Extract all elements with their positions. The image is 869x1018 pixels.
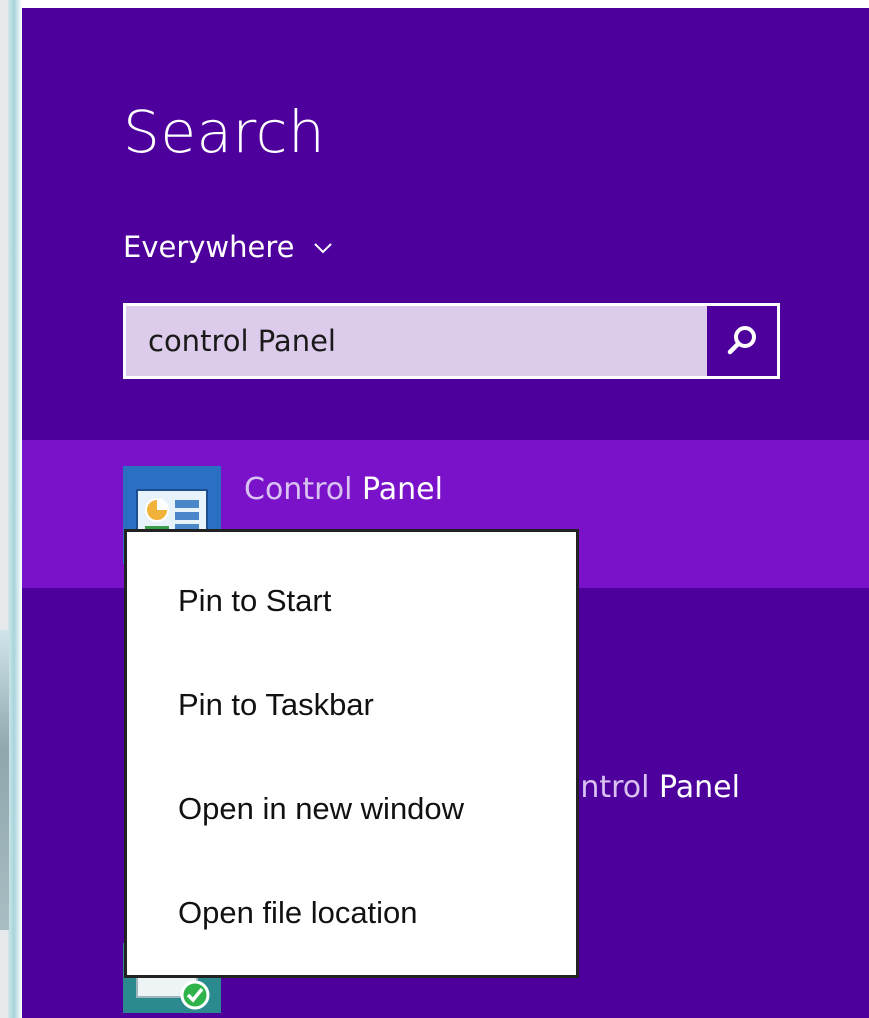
context-menu: Pin to Start Pin to Taskbar Open in new … xyxy=(124,529,579,978)
result-control-panel[interactable]: Control Panel xyxy=(244,472,443,507)
search-scope-label: Everywhere xyxy=(123,230,295,264)
menu-item-pin-to-start[interactable]: Pin to Start xyxy=(127,566,576,636)
menu-item-open-in-new-window[interactable]: Open in new window xyxy=(127,774,576,844)
search-button[interactable] xyxy=(707,306,777,376)
result-label-match: Panel xyxy=(361,472,443,507)
search-icon xyxy=(727,326,756,355)
chevron-down-icon xyxy=(314,243,333,254)
desktop-edge-bar xyxy=(0,630,9,930)
page-title: Search xyxy=(123,98,326,166)
result-second-item[interactable]: ontrol Panel xyxy=(562,770,740,805)
search-scope-dropdown[interactable]: Everywhere xyxy=(123,230,334,264)
result-label-match: Panel xyxy=(659,770,740,805)
menu-item-pin-to-taskbar[interactable]: Pin to Taskbar xyxy=(127,670,576,740)
menu-item-open-file-location[interactable]: Open file location xyxy=(127,878,576,948)
search-box xyxy=(123,303,780,379)
desktop-edge xyxy=(0,0,22,1018)
result-label-dim: Control xyxy=(244,472,362,507)
search-input[interactable] xyxy=(126,306,708,376)
